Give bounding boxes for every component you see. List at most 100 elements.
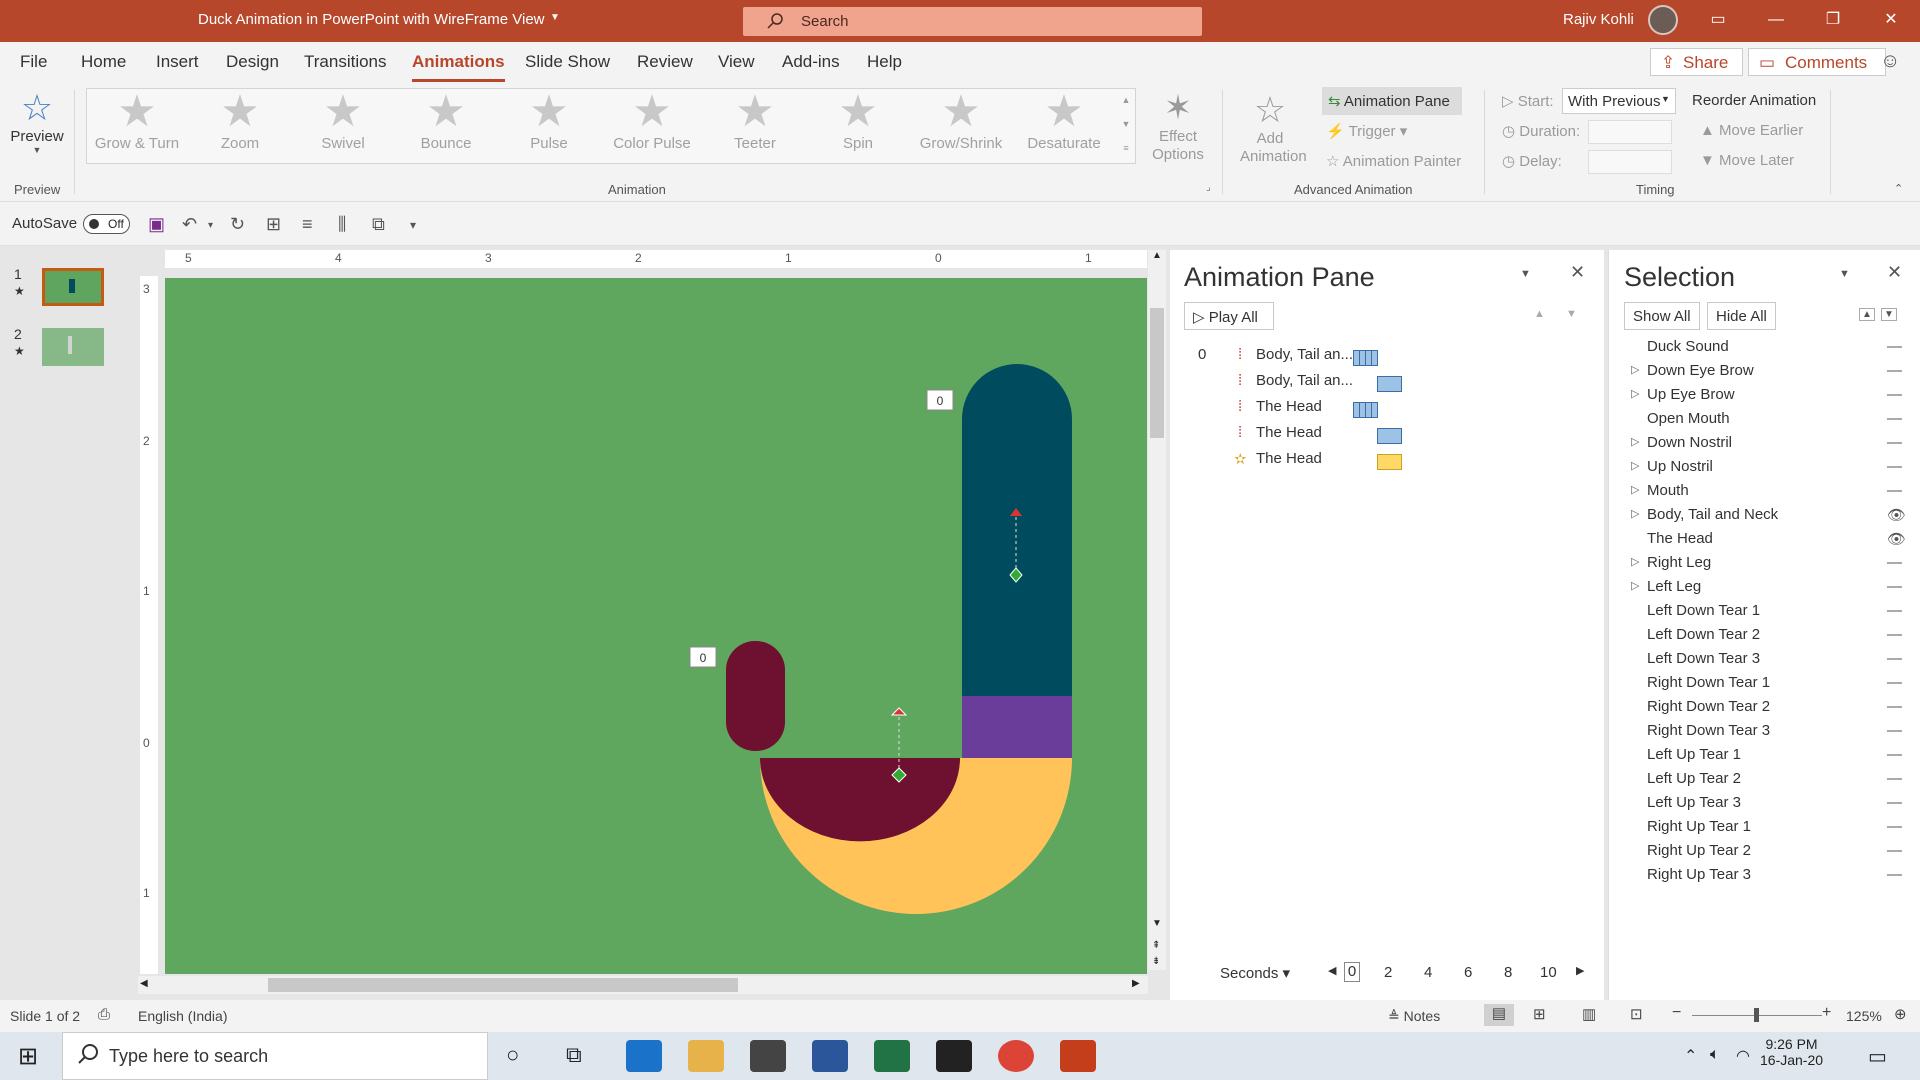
hidden-icon[interactable]: — <box>1887 410 1902 427</box>
menu-file[interactable]: File <box>20 52 47 72</box>
hidden-icon[interactable]: — <box>1887 698 1902 715</box>
menu-slide-show[interactable]: Slide Show <box>525 52 610 72</box>
selection-item[interactable]: Left Up Tear 2 — <box>1647 770 1907 794</box>
move-earlier-button[interactable]: ▲ Move Earlier <box>1700 122 1803 139</box>
selection-item[interactable]: Duck Sound — <box>1647 338 1907 362</box>
hidden-icon[interactable]: — <box>1887 338 1902 355</box>
slide-thumbnail-1[interactable] <box>42 268 104 306</box>
zoom-in-icon[interactable]: + <box>1822 1004 1831 1022</box>
audio-editor-icon[interactable] <box>936 1040 972 1072</box>
selection-item[interactable]: ▷ Up Nostril — <box>1631 458 1907 482</box>
menu-view[interactable]: View <box>718 52 755 72</box>
edge-icon[interactable] <box>626 1040 662 1072</box>
effect-grow-turn[interactable]: ★ Grow & Turn <box>87 89 187 163</box>
hidden-icon[interactable]: — <box>1887 626 1902 643</box>
window-title[interactable]: Duck Animation in PowerPoint with WireFr… <box>198 11 545 28</box>
task-view-icon[interactable]: ⧉ <box>566 1042 582 1068</box>
effect-swivel[interactable]: ★ Swivel <box>293 89 393 163</box>
present-icon[interactable]: ⊞ <box>266 214 281 235</box>
timing-bar[interactable] <box>1353 350 1378 366</box>
selection-item[interactable]: Right Up Tear 1 — <box>1647 818 1907 842</box>
scroll-down-icon[interactable]: ▼ <box>1152 918 1162 929</box>
delay-input[interactable] <box>1588 150 1672 174</box>
timeline-right-icon[interactable]: ▶ <box>1576 964 1584 977</box>
ribbon-display-icon[interactable]: ▭ <box>1703 6 1733 34</box>
start-select[interactable]: With Previous ▼ <box>1562 88 1676 114</box>
hide-all-button[interactable]: Hide All <box>1707 302 1776 330</box>
align-icon[interactable]: ≡ <box>302 214 313 235</box>
selection-item[interactable]: ▷ Body, Tail and Neck 👁︎ <box>1631 506 1907 530</box>
expand-icon[interactable]: ▷ <box>1631 507 1639 520</box>
expand-icon[interactable]: ▷ <box>1631 435 1639 448</box>
pane-options-icon[interactable]: ▼ <box>1839 268 1850 280</box>
hidden-icon[interactable]: — <box>1887 362 1902 379</box>
hidden-icon[interactable]: — <box>1887 674 1902 691</box>
timing-bar[interactable] <box>1377 454 1402 470</box>
slide-canvas[interactable]: 0 0 <box>165 278 1147 974</box>
effect-spin[interactable]: ★ Spin <box>808 89 908 163</box>
excel-icon[interactable] <box>874 1040 910 1072</box>
expand-icon[interactable]: ▷ <box>1631 387 1639 400</box>
menu-design[interactable]: Design <box>226 52 279 72</box>
undo-icon[interactable]: ↶ <box>182 214 197 235</box>
mail-icon[interactable] <box>750 1040 786 1072</box>
language-label[interactable]: English (India) <box>138 1008 228 1024</box>
effect-desaturate[interactable]: ★ Desaturate <box>1014 89 1114 163</box>
duck-tail[interactable] <box>726 641 785 751</box>
selection-item[interactable]: Left Up Tear 1 — <box>1647 746 1907 770</box>
gallery-scroll[interactable]: ▲ ▼ ≡ <box>1118 88 1134 164</box>
selection-item[interactable]: ▷ Down Eye Brow — <box>1631 362 1907 386</box>
menu-help[interactable]: Help <box>867 52 902 72</box>
share-button[interactable]: ⇪ Share <box>1650 48 1743 76</box>
powerpoint-icon[interactable] <box>1060 1040 1096 1072</box>
timing-bar[interactable] <box>1377 376 1402 392</box>
cortana-icon[interactable]: ○ <box>506 1042 519 1068</box>
move-down-icon[interactable]: ▼ <box>1566 308 1577 320</box>
comments-button[interactable]: ▭ Comments <box>1748 48 1886 76</box>
hidden-icon[interactable]: — <box>1887 650 1902 667</box>
horizontal-scrollbar[interactable]: ◀ ▶ <box>138 976 1148 994</box>
accessibility-icon[interactable]: ⎙ <box>98 1006 110 1023</box>
redo-icon[interactable]: ↻ <box>230 214 245 235</box>
preview-button[interactable]: ☆ Preview ▼ <box>8 88 66 174</box>
clock[interactable]: 9:26 PM 16-Jan-20 <box>1760 1036 1823 1068</box>
menu-animations[interactable]: Animations <box>412 52 505 82</box>
taskbar-search[interactable]: Type here to search <box>62 1032 488 1080</box>
scroll-up-icon[interactable]: ▲ <box>1152 250 1162 261</box>
vertical-scrollbar[interactable]: ▲ ▼ ⇞ ⇟ <box>1148 250 1166 970</box>
search-box[interactable]: Search <box>743 7 1202 36</box>
hidden-icon[interactable]: — <box>1887 602 1902 619</box>
prev-slide-icon[interactable]: ⇞ <box>1152 940 1160 951</box>
selection-item[interactable]: ▷ Down Nostril — <box>1631 434 1907 458</box>
selection-item[interactable]: Left Down Tear 3 — <box>1647 650 1907 674</box>
word-icon[interactable] <box>812 1040 848 1072</box>
close-icon[interactable]: ✕ <box>1887 262 1902 283</box>
customize-qat-icon[interactable]: ▾ <box>410 218 416 232</box>
restore-icon[interactable]: ❐ <box>1818 6 1848 34</box>
volume-icon[interactable]: 🔈︎ <box>1710 1046 1720 1064</box>
hidden-icon[interactable]: — <box>1887 770 1902 787</box>
scroll-right-icon[interactable]: ▶ <box>1132 978 1140 989</box>
hidden-icon[interactable]: — <box>1887 866 1902 883</box>
save-icon[interactable]: ▣ <box>148 214 165 235</box>
hidden-icon[interactable]: — <box>1887 842 1902 859</box>
avatar[interactable] <box>1648 5 1678 35</box>
pane-options-icon[interactable]: ▼ <box>1520 268 1531 280</box>
windows-start-icon[interactable]: ⊞ <box>18 1042 38 1071</box>
selection-item[interactable]: ▷ Mouth — <box>1631 482 1907 506</box>
selection-item[interactable]: Open Mouth — <box>1647 410 1907 434</box>
animation-row[interactable]: ✫ The Head <box>1170 450 1590 474</box>
duck-head-neck[interactable] <box>962 364 1072 743</box>
scroll-thumb[interactable] <box>268 978 738 992</box>
play-all-button[interactable]: ▷ Play All <box>1184 302 1274 330</box>
menu-transitions[interactable]: Transitions <box>304 52 387 72</box>
selection-item[interactable]: Right Down Tear 2 — <box>1647 698 1907 722</box>
timing-bar[interactable] <box>1377 428 1402 444</box>
arrange-icon[interactable]: ⧉ <box>372 214 385 235</box>
eye-icon[interactable]: 👁︎ <box>1887 506 1906 524</box>
chrome-icon[interactable] <box>998 1040 1034 1072</box>
expand-icon[interactable]: ▷ <box>1631 459 1639 472</box>
minimize-icon[interactable]: — <box>1761 6 1791 34</box>
expand-icon[interactable]: ▷ <box>1631 555 1639 568</box>
selection-item[interactable]: Right Down Tear 1 — <box>1647 674 1907 698</box>
